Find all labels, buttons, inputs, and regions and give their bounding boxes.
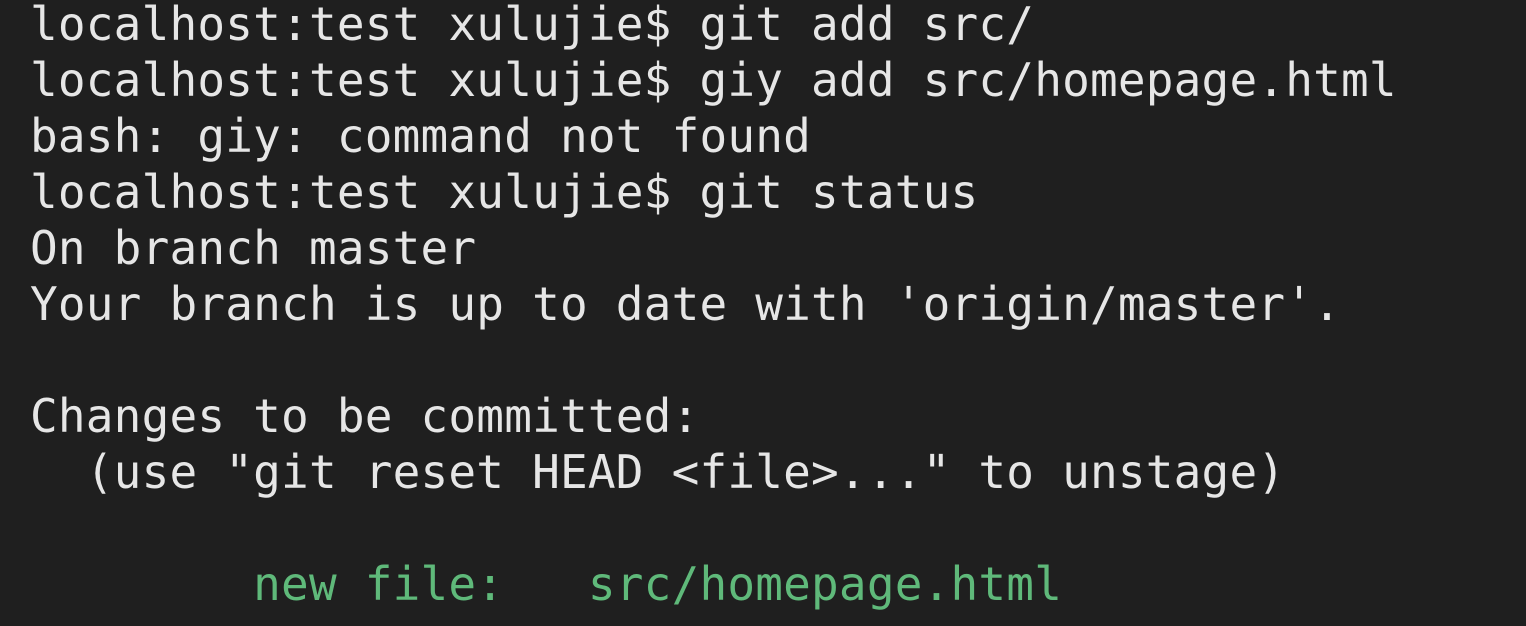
output-line: Changes to be committed: (30, 389, 700, 443)
prompt-line: localhost:test xulujie$ git add src/ (30, 0, 1035, 51)
output-line: On branch master (30, 221, 477, 275)
output-line: Your branch is up to date with 'origin/m… (30, 277, 1342, 331)
prompt-line: localhost:test xulujie$ giy add src/home… (30, 53, 1397, 107)
output-line: (use "git reset HEAD <file>..." to unsta… (30, 445, 1286, 499)
prompt-line: localhost:test xulujie$ git status (30, 165, 979, 219)
error-output-line: bash: giy: command not found (30, 109, 812, 163)
staged-file-line: new file: src/homepage.html (30, 557, 1063, 611)
terminal-window[interactable]: localhost:test xulujie$ git add src/ loc… (0, 0, 1526, 622)
